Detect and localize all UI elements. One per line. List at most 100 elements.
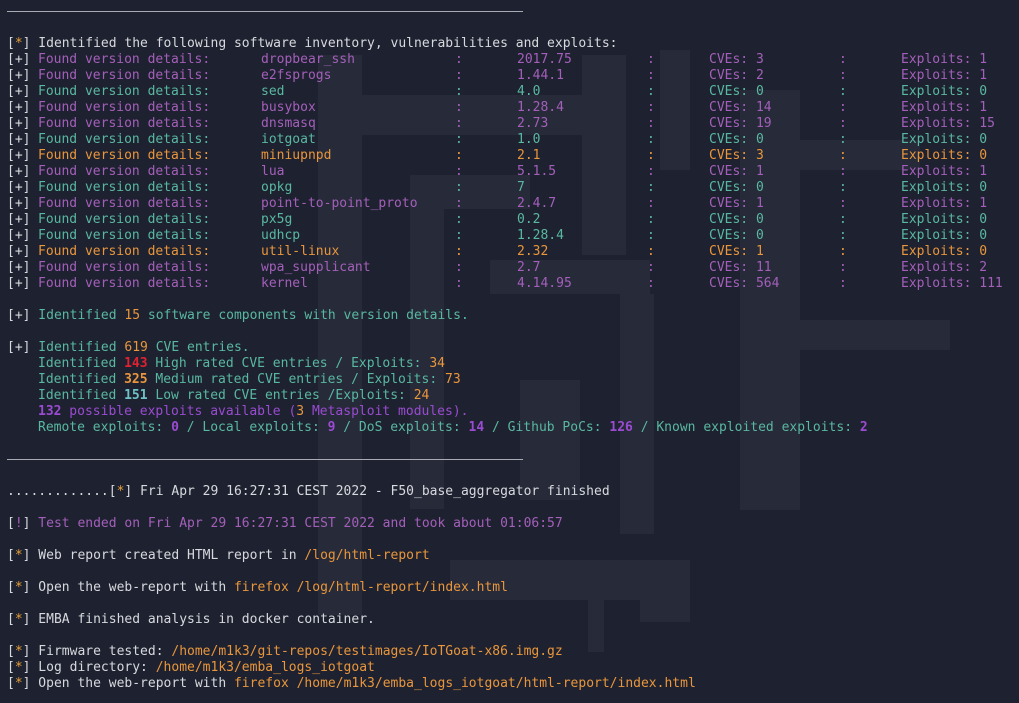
inventory-prefix: [+] — [7, 196, 31, 211]
inventory-cves: CVEs: 0 — [709, 132, 764, 147]
inventory-sep1: : — [455, 68, 463, 83]
inventory-name: sed — [261, 84, 285, 99]
components-summary: [+] Identified 15 software components wi… — [7, 308, 469, 323]
aggregator-finished-line: .............[*] Fri Apr 29 16:27:31 CES… — [7, 484, 610, 499]
high-cve-summary: Identified 143 High rated CVE entries / … — [38, 356, 445, 371]
inventory-name: iotgoat — [261, 132, 316, 147]
inventory-cves: CVEs: 1 — [709, 244, 764, 259]
inventory-sep2: : — [647, 228, 655, 243]
inventory-version: 1.44.1 — [517, 68, 564, 83]
inventory-sep2: : — [647, 148, 655, 163]
inventory-sep2: : — [647, 52, 655, 67]
inventory-cves: CVEs: 11 — [709, 260, 772, 275]
inventory-exploits: Exploits: 1 — [901, 52, 988, 67]
inventory-sep3: : — [839, 52, 847, 67]
inventory-prefix: [+] — [7, 148, 31, 163]
inventory-sep2: : — [647, 180, 655, 195]
inventory-sep2: : — [647, 116, 655, 131]
inventory-sep1: : — [455, 260, 463, 275]
firmware-path[interactable]: /home/m1k3/git-repos/testimages/IoTGoat-… — [171, 644, 562, 659]
inventory-version: 2.4.7 — [517, 196, 557, 211]
inventory-sep2: : — [647, 244, 655, 259]
inventory-version: 4.0 — [517, 84, 541, 99]
inventory-sep1: : — [455, 180, 463, 195]
inventory-sep1: : — [455, 228, 463, 243]
inventory-exploits: Exploits: 0 — [901, 132, 988, 147]
medium-cve-summary: Identified 325 Medium rated CVE entries … — [38, 372, 461, 387]
inventory-label: Found version details: — [38, 68, 211, 83]
inventory-header: [*] Identified the following software in… — [7, 36, 618, 51]
inventory-sep2: : — [647, 100, 655, 115]
inventory-label: Found version details: — [38, 276, 211, 291]
inventory-name: udhcp — [261, 228, 301, 243]
inventory-name: util-linux — [261, 244, 340, 259]
inventory-name: wpa_supplicant — [261, 260, 371, 275]
inventory-sep2: : — [647, 164, 655, 179]
emba-finished-line: [*] EMBA finished analysis in docker con… — [7, 612, 375, 627]
possible-exploits-summary: 132 possible exploits available (3 Metas… — [38, 404, 469, 419]
report-index-path[interactable]: /log/html-report/index.html — [289, 580, 508, 595]
inventory-cves: CVEs: 19 — [709, 116, 772, 131]
inventory-label: Found version details: — [38, 164, 211, 179]
inventory-version: 2.32 — [517, 244, 549, 259]
inventory-prefix: [+] — [7, 68, 31, 83]
inventory-exploits: Exploits: 1 — [901, 68, 988, 83]
inventory-prefix: [+] — [7, 116, 31, 131]
separator-line-bottom — [7, 459, 523, 460]
inventory-exploits: Exploits: 0 — [901, 228, 988, 243]
inventory-exploits: Exploits: 1 — [901, 100, 988, 115]
inventory-sep3: : — [839, 260, 847, 275]
web-report-path[interactable]: /log/html-report — [304, 548, 429, 563]
inventory-sep2: : — [647, 260, 655, 275]
inventory-sep1: : — [455, 132, 463, 147]
inventory-prefix: [+] — [7, 52, 31, 67]
exploit-type-summary: Remote exploits: 0 / Local exploits: 9 /… — [38, 420, 868, 435]
inventory-sep2: : — [647, 68, 655, 83]
inventory-sep3: : — [839, 228, 847, 243]
inventory-version: 0.2 — [517, 212, 541, 227]
inventory-version: 4.14.95 — [517, 276, 572, 291]
inventory-exploits: Exploits: 111 — [901, 276, 1003, 291]
terminal-window[interactable]: [*] Identified the following software in… — [0, 0, 1019, 703]
inventory-sep1: : — [455, 100, 463, 115]
inventory-cves: CVEs: 0 — [709, 228, 764, 243]
inventory-sep1: : — [455, 84, 463, 99]
inventory-sep3: : — [839, 148, 847, 163]
inventory-exploits: Exploits: 0 — [901, 212, 988, 227]
inventory-name: opkg — [261, 180, 293, 195]
inventory-sep3: : — [839, 100, 847, 115]
inventory-sep2: : — [647, 276, 655, 291]
inventory-sep3: : — [839, 276, 847, 291]
inventory-sep1: : — [455, 52, 463, 67]
inventory-exploits: Exploits: 1 — [901, 164, 988, 179]
inventory-label: Found version details: — [38, 212, 211, 227]
inventory-cves: CVEs: 0 — [709, 180, 764, 195]
inventory-name: e2fsprogs — [261, 68, 332, 83]
inventory-label: Found version details: — [38, 260, 211, 275]
inventory-cves: CVEs: 1 — [709, 196, 764, 211]
inventory-prefix: [+] — [7, 260, 31, 275]
inventory-label: Found version details: — [38, 52, 211, 67]
log-directory-line: [*] Log directory: /home/m1k3/emba_logs_… — [7, 660, 375, 675]
inventory-cves: CVEs: 14 — [709, 100, 772, 115]
inventory-sep1: : — [455, 164, 463, 179]
inventory-prefix: [+] — [7, 100, 31, 115]
inventory-cves: CVEs: 564 — [709, 276, 780, 291]
inventory-version: 5.1.5 — [517, 164, 557, 179]
report-index-path-full[interactable]: /home/m1k3/emba_logs_iotgoat/html-report… — [289, 676, 696, 691]
inventory-sep2: : — [647, 196, 655, 211]
inventory-sep2: : — [647, 212, 655, 227]
inventory-label: Found version details: — [38, 228, 211, 243]
inventory-name: miniupnpd — [261, 148, 332, 163]
inventory-sep1: : — [455, 196, 463, 211]
inventory-sep3: : — [839, 244, 847, 259]
log-directory-path[interactable]: /home/m1k3/emba_logs_iotgoat — [156, 660, 375, 675]
inventory-cves: CVEs: 0 — [709, 84, 764, 99]
inventory-exploits: Exploits: 2 — [901, 260, 988, 275]
inventory-sep3: : — [839, 132, 847, 147]
inventory-exploits: Exploits: 0 — [901, 148, 988, 163]
separator-line-top — [7, 11, 523, 12]
inventory-version: 2.73 — [517, 116, 549, 131]
inventory-name: dropbear_ssh — [261, 52, 355, 67]
inventory-sep1: : — [455, 116, 463, 131]
